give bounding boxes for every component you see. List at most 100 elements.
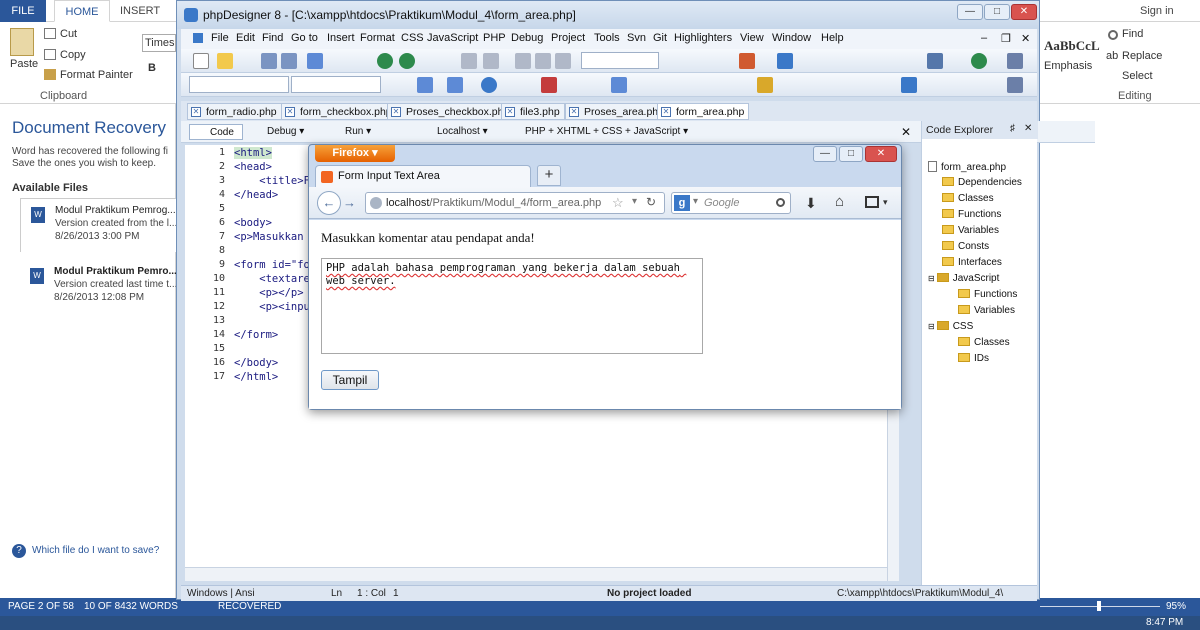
tool-icon[interactable]: [611, 77, 627, 93]
select-button[interactable]: Select: [1122, 70, 1153, 82]
tab-close-icon[interactable]: ✕: [391, 107, 401, 117]
menu-debug[interactable]: Debug: [511, 32, 543, 44]
paste-icon[interactable]: [555, 53, 571, 69]
tool-icon[interactable]: [739, 53, 755, 69]
open-folder-icon[interactable]: [217, 53, 233, 69]
file-tab[interactable]: ✕ Proses_area.php: [565, 103, 669, 120]
tree-item[interactable]: Interfaces: [942, 257, 1002, 268]
tool-icon[interactable]: [481, 77, 497, 93]
firefox-maximize-button[interactable]: □: [839, 146, 863, 162]
word-signin-link[interactable]: Sign in: [1140, 0, 1174, 22]
styles-sample[interactable]: AaBbCcL: [1044, 38, 1100, 54]
save-icon[interactable]: [261, 53, 277, 69]
tool-icon[interactable]: [777, 53, 793, 69]
search-engine-dropdown-icon[interactable]: ▾: [693, 196, 698, 207]
browser-tab[interactable]: Form Input Text Area: [315, 165, 531, 187]
minimize-button[interactable]: —: [957, 4, 983, 20]
word-home-tab[interactable]: HOME: [54, 0, 110, 22]
tree-item[interactable]: Consts: [942, 241, 989, 252]
bold-button[interactable]: B: [148, 62, 156, 74]
word-insert-tab[interactable]: INSERT: [120, 0, 160, 22]
tool-icon[interactable]: [417, 77, 433, 93]
paste-button[interactable]: Paste: [10, 58, 38, 70]
emphasis-style[interactable]: Emphasis: [1044, 60, 1092, 72]
firefox-minimize-button[interactable]: —: [813, 146, 837, 162]
cut-icon[interactable]: [515, 53, 531, 69]
word-count[interactable]: 10 OF 8432 WORDS: [84, 601, 178, 612]
menu-find[interactable]: Find: [262, 32, 283, 44]
collapse-icon[interactable]: ⊟: [928, 322, 935, 331]
code-explorer-file[interactable]: form_area.php: [928, 161, 1006, 173]
redo-icon[interactable]: [483, 53, 499, 69]
browser-preview-icon[interactable]: [399, 53, 415, 69]
bookmarks-dropdown-icon[interactable]: ▾: [883, 197, 888, 208]
word-file-tab[interactable]: FILE: [0, 0, 46, 22]
tree-item[interactable]: IDs: [958, 353, 989, 364]
tool-icon[interactable]: [901, 77, 917, 93]
reload-icon[interactable]: ↻: [646, 195, 656, 209]
cut-button[interactable]: Cut: [60, 28, 77, 40]
file-tab[interactable]: ✕ Proses_checkbox.php: [387, 103, 515, 120]
menu-window[interactable]: Window: [772, 32, 811, 44]
google-icon[interactable]: g: [674, 195, 690, 211]
file-tab[interactable]: ✕ form_radio.php: [187, 103, 282, 120]
back-button[interactable]: ←: [317, 191, 341, 215]
menu-php[interactable]: PHP: [483, 32, 506, 44]
find-button[interactable]: Find: [1122, 28, 1143, 40]
browser-preview-icon[interactable]: [377, 53, 393, 69]
tool-icon[interactable]: [541, 77, 557, 93]
editor-close-icon[interactable]: ✕: [901, 124, 911, 140]
menu-help[interactable]: Help: [821, 32, 844, 44]
recovered-file-item[interactable]: W Modul Praktikum Pemro... Version creat…: [20, 262, 177, 316]
downloads-icon[interactable]: ⬇: [805, 195, 817, 212]
tab-close-icon[interactable]: ✕: [505, 107, 515, 117]
undo-icon[interactable]: [461, 53, 477, 69]
localhost-dropdown[interactable]: Localhost ▾: [437, 124, 488, 140]
save-all-icon[interactable]: [281, 53, 297, 69]
tab-close-icon[interactable]: ✕: [569, 107, 579, 117]
tool-icon[interactable]: [447, 77, 463, 93]
forward-button[interactable]: →: [343, 195, 356, 210]
comment-textarea[interactable]: PHP adalah bahasa pemprograman yang beke…: [321, 258, 703, 354]
tree-item[interactable]: Dependencies: [942, 177, 1022, 188]
language-mode-dropdown[interactable]: PHP + XHTML + CSS + JavaScript ▾: [525, 124, 688, 140]
code-view-button[interactable]: Code: [189, 124, 243, 140]
maximize-button[interactable]: □: [984, 4, 1010, 20]
copy-icon[interactable]: [535, 53, 551, 69]
tree-item[interactable]: Variables: [942, 225, 999, 236]
print-icon[interactable]: [307, 53, 323, 69]
page-count[interactable]: PAGE 2 OF 58: [8, 601, 74, 612]
tab-close-icon[interactable]: ✕: [661, 107, 671, 117]
menu-css[interactable]: CSS: [401, 32, 424, 44]
function-combo[interactable]: [291, 76, 381, 93]
tree-item[interactable]: Classes: [942, 193, 994, 204]
horizontal-scrollbar[interactable]: [185, 567, 887, 581]
menu-format[interactable]: Format: [360, 32, 395, 44]
menu-goto[interactable]: Go to: [291, 32, 318, 44]
panel-close-icon[interactable]: ✕: [1024, 123, 1032, 134]
tree-item-expanded[interactable]: ⊟ CSS: [928, 321, 973, 332]
url-dropdown-icon[interactable]: ▾: [632, 196, 637, 207]
search-icon[interactable]: [776, 198, 785, 207]
menu-tools[interactable]: Tools: [594, 32, 620, 44]
search-box[interactable]: g ▾ Google: [671, 192, 791, 214]
menu-highlighters[interactable]: Highlighters: [674, 32, 732, 44]
recovered-file-item[interactable]: W Modul Praktikum Pemrog... Version crea…: [20, 198, 177, 252]
bookmarks-menu-icon[interactable]: [865, 196, 879, 208]
tree-item-expanded[interactable]: ⊟ JavaScript: [928, 273, 999, 284]
tool-icon[interactable]: [927, 53, 943, 69]
file-tab[interactable]: ✕ form_checkbox.php: [281, 103, 397, 120]
new-tab-button[interactable]: +: [537, 165, 561, 186]
menu-project[interactable]: Project: [551, 32, 585, 44]
tab-close-icon[interactable]: ✕: [191, 107, 201, 117]
tool-icon[interactable]: [1007, 77, 1023, 93]
zoom-level[interactable]: 95%: [1166, 601, 1186, 612]
menu-insert[interactable]: Insert: [327, 32, 355, 44]
collapse-icon[interactable]: ⊟: [928, 274, 935, 283]
tree-item[interactable]: Classes: [958, 337, 1010, 348]
firefox-close-button[interactable]: ✕: [865, 146, 897, 162]
mdi-restore-button[interactable]: ❐: [1001, 32, 1011, 45]
globe-icon[interactable]: [971, 53, 987, 69]
zoom-slider-thumb[interactable]: [1097, 601, 1101, 611]
tool-icon[interactable]: [1007, 53, 1023, 69]
